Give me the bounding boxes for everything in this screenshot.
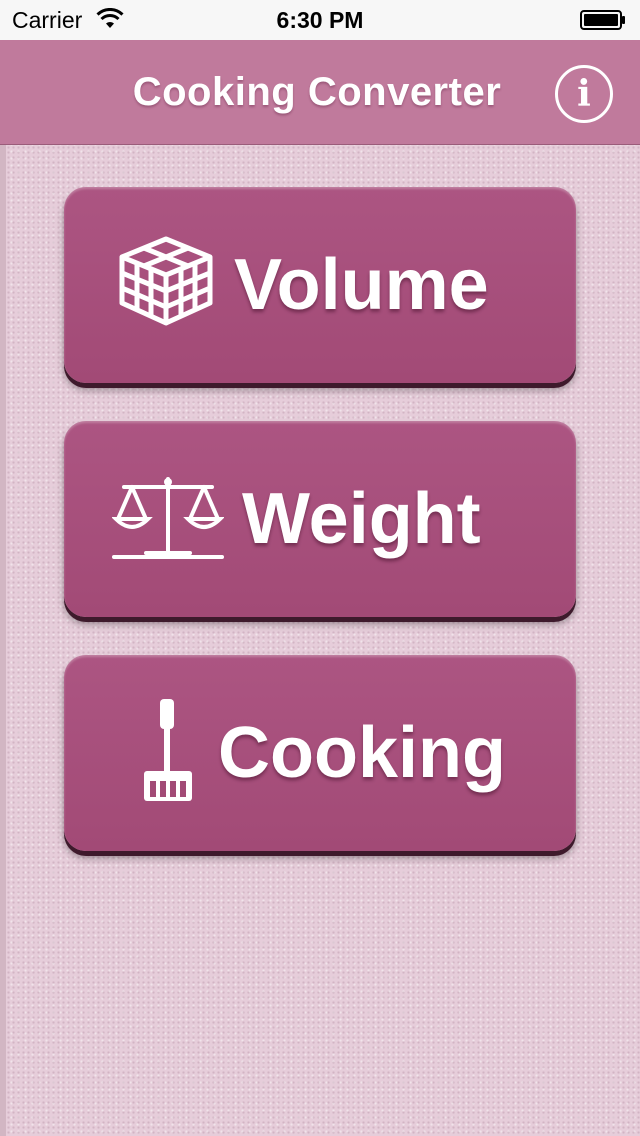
battery-icon bbox=[580, 10, 625, 30]
spatula-icon bbox=[144, 699, 192, 801]
info-button[interactable]: i bbox=[555, 65, 613, 123]
cube-icon bbox=[119, 236, 213, 326]
status-bar: Carrier 6:30 PM bbox=[0, 0, 640, 40]
cooking-button[interactable]: Cooking bbox=[64, 655, 576, 851]
weight-button[interactable]: Weight bbox=[64, 421, 576, 617]
scale-icon bbox=[112, 477, 224, 559]
page-title: Cooking Converter bbox=[132, 70, 502, 114]
cooking-label: Cooking bbox=[218, 713, 506, 793]
volume-button[interactable]: Volume bbox=[64, 187, 576, 383]
navigation-bar: Cooking Converter i bbox=[0, 40, 640, 145]
weight-label: Weight bbox=[242, 479, 481, 559]
status-time: 6:30 PM bbox=[276, 7, 364, 33]
volume-label: Volume bbox=[234, 245, 489, 325]
